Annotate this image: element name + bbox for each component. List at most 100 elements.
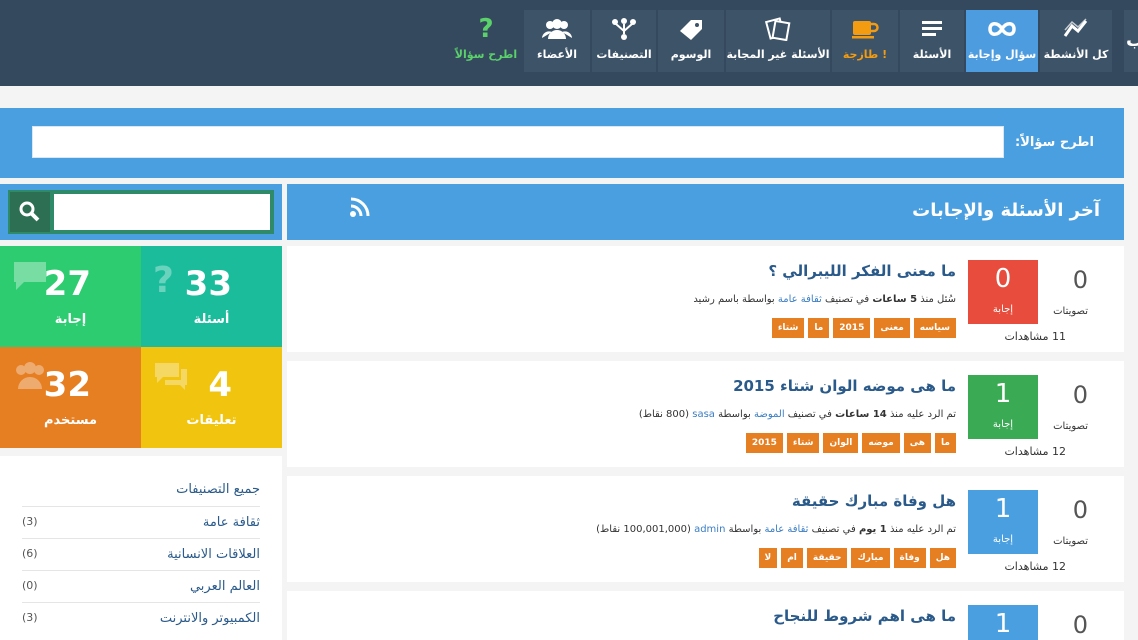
answer-count: 0	[994, 264, 1012, 294]
nav-item-ask[interactable]: ? اطرح سؤالاً	[452, 10, 520, 72]
nav-item-questions[interactable]: الأسئلة	[900, 10, 964, 72]
tag[interactable]: سياسه	[913, 318, 956, 338]
category-name[interactable]: العلاقات الانسانية	[167, 547, 260, 562]
question-meta: سُئل منذ 5 ساعات في تصنيف ثقافة عامة بوا…	[693, 294, 956, 305]
tag[interactable]: الوان	[823, 433, 859, 453]
meta-text: بواسطة باسم رشيد	[693, 294, 775, 305]
tag[interactable]: ام	[781, 548, 803, 568]
tag[interactable]: ما	[808, 318, 830, 338]
nav-edge-item[interactable]: ب	[1124, 10, 1138, 72]
stat-users: 32 مستخدم	[0, 347, 141, 448]
category-item[interactable]: العالم العربي (0)	[22, 570, 260, 602]
question-title[interactable]: هل وفاة مبارك حقيقة	[792, 492, 956, 510]
search-panel	[0, 184, 282, 240]
nav-edge-label: ب	[1126, 30, 1138, 51]
nav-item-label: اطرح سؤالاً	[454, 48, 518, 61]
nav-item-categories[interactable]: التصنيفات	[592, 10, 656, 72]
question-item: 0 تصويتات 0 إجابة 11 مشاهدات ما معنى الف…	[287, 246, 1124, 352]
category-name[interactable]: الكمبيوتر والانترنت	[160, 611, 260, 626]
tag[interactable]: مبارك	[851, 548, 890, 568]
category-count: (3)	[22, 515, 38, 528]
search-input[interactable]	[54, 194, 270, 230]
category-item[interactable]: العلاقات الانسانية (6)	[22, 538, 260, 570]
meta-text: في تصنيف	[811, 524, 856, 535]
tag[interactable]: معنى	[874, 318, 910, 338]
users-icon	[524, 16, 590, 42]
meta-category-link[interactable]: الموضة	[754, 409, 785, 420]
main-header: آخر الأسئلة والإجابات	[287, 184, 1124, 240]
tag[interactable]: 2015	[833, 318, 871, 338]
stat-label: إجابة	[54, 312, 87, 327]
tag[interactable]: موضه	[862, 433, 900, 453]
tag[interactable]: شتاء	[771, 318, 805, 338]
category-name[interactable]: العالم العربي	[190, 579, 260, 594]
tag[interactable]: لا	[758, 548, 778, 568]
vote-label: تصويتات	[1053, 306, 1088, 317]
category-name[interactable]: ثقافة عامة	[203, 515, 260, 530]
tag-icon	[658, 16, 724, 42]
tag-list: سياسه معنى 2015 ما شتاء	[771, 318, 956, 338]
category-count: (0)	[22, 579, 38, 592]
tag[interactable]: وفاة	[893, 548, 926, 568]
nav-item-all-activity[interactable]: كل الأنشطة	[1040, 10, 1112, 72]
meta-text: سُئل منذ	[920, 294, 956, 305]
meta-text: في تصنيف	[787, 409, 832, 420]
view-count: 11 مشاهدات	[1004, 330, 1066, 343]
nav-item-label: الأعضاء	[536, 48, 578, 61]
meta-text: تم الرد عليه منذ	[889, 524, 956, 535]
all-categories-link[interactable]: جميع التصنيفات	[176, 482, 260, 497]
rss-icon[interactable]	[349, 196, 371, 218]
meta-points: (800 نقاط)	[638, 409, 690, 420]
nav-item-unanswered[interactable]: الأسئلة غير المجابة	[726, 10, 830, 72]
search-icon	[19, 201, 40, 222]
meta-points: (100,001,000 نقاط)	[596, 524, 691, 535]
meta-time: 14 ساعات	[835, 409, 887, 420]
nav-item-label: الأسئلة غير المجابة	[726, 48, 830, 61]
tree-icon	[592, 16, 656, 42]
answer-label: إجابة	[992, 304, 1014, 315]
vote-box: 0	[1016, 605, 1090, 640]
question-title[interactable]: ما هى اهم شروط للنجاح	[773, 607, 956, 625]
nav-item-qa[interactable]: سؤال وإجابة	[966, 10, 1038, 72]
search-button[interactable]	[10, 192, 50, 232]
stat-questions: ? 33 أسئلة	[141, 246, 282, 347]
tag[interactable]: هل	[929, 548, 956, 568]
nav-item-label: الوسوم	[670, 48, 712, 61]
question-title[interactable]: ما هى موضه الوان شتاء 2015	[733, 377, 956, 395]
tag[interactable]: 2015	[745, 433, 783, 453]
stat-label: تعليقات	[186, 413, 237, 428]
stat-comments: 4 تعليقات	[141, 347, 282, 448]
meta-category-link[interactable]: ثقافة عامة	[778, 294, 822, 305]
meta-user-link[interactable]: admin	[694, 524, 725, 535]
question-title[interactable]: ما معنى الفكر الليبرالي ؟	[768, 262, 956, 280]
vote-count: 0	[1072, 496, 1088, 524]
meta-text: بواسطة	[718, 409, 751, 420]
category-item[interactable]: الكمبيوتر والانترنت (3)	[22, 602, 260, 634]
nav-item-label: التصنيفات	[596, 48, 652, 61]
cards-icon	[726, 16, 830, 42]
vote-box: 0 تصويتات	[1016, 375, 1090, 435]
answer-count: 1	[994, 494, 1012, 524]
trend-icon	[1040, 16, 1112, 42]
nav-item-fresh[interactable]: طازجة !	[832, 10, 898, 72]
ask-question-label: اطرح سؤالاً:	[1015, 135, 1094, 150]
category-count: (6)	[22, 547, 38, 560]
tag[interactable]: هى	[903, 433, 932, 453]
stat-value: 33	[184, 264, 232, 304]
meta-category-link[interactable]: ثقافة عامة	[764, 524, 808, 535]
ask-question-input[interactable]	[32, 126, 1004, 158]
ask-question-bar: اطرح سؤالاً:	[0, 108, 1124, 178]
tag[interactable]: ما	[935, 433, 956, 453]
page-title: آخر الأسئلة والإجابات	[912, 200, 1100, 221]
vote-count: 0	[1072, 266, 1088, 294]
list-icon	[900, 16, 964, 42]
category-item[interactable]: ثقافة عامة (3)	[22, 506, 260, 538]
nav-item-members[interactable]: الأعضاء	[524, 10, 590, 72]
nav-item-tags[interactable]: الوسوم	[658, 10, 724, 72]
tag[interactable]: حقيقة	[806, 548, 848, 568]
search-form	[8, 190, 274, 234]
tag[interactable]: شتاء	[786, 433, 820, 453]
meta-user-link[interactable]: sasa	[692, 409, 715, 420]
answer-count-box: 1 إجابة	[968, 490, 1038, 554]
question-meta: تم الرد عليه منذ 1 يوم في تصنيف ثقافة عا…	[596, 524, 956, 535]
